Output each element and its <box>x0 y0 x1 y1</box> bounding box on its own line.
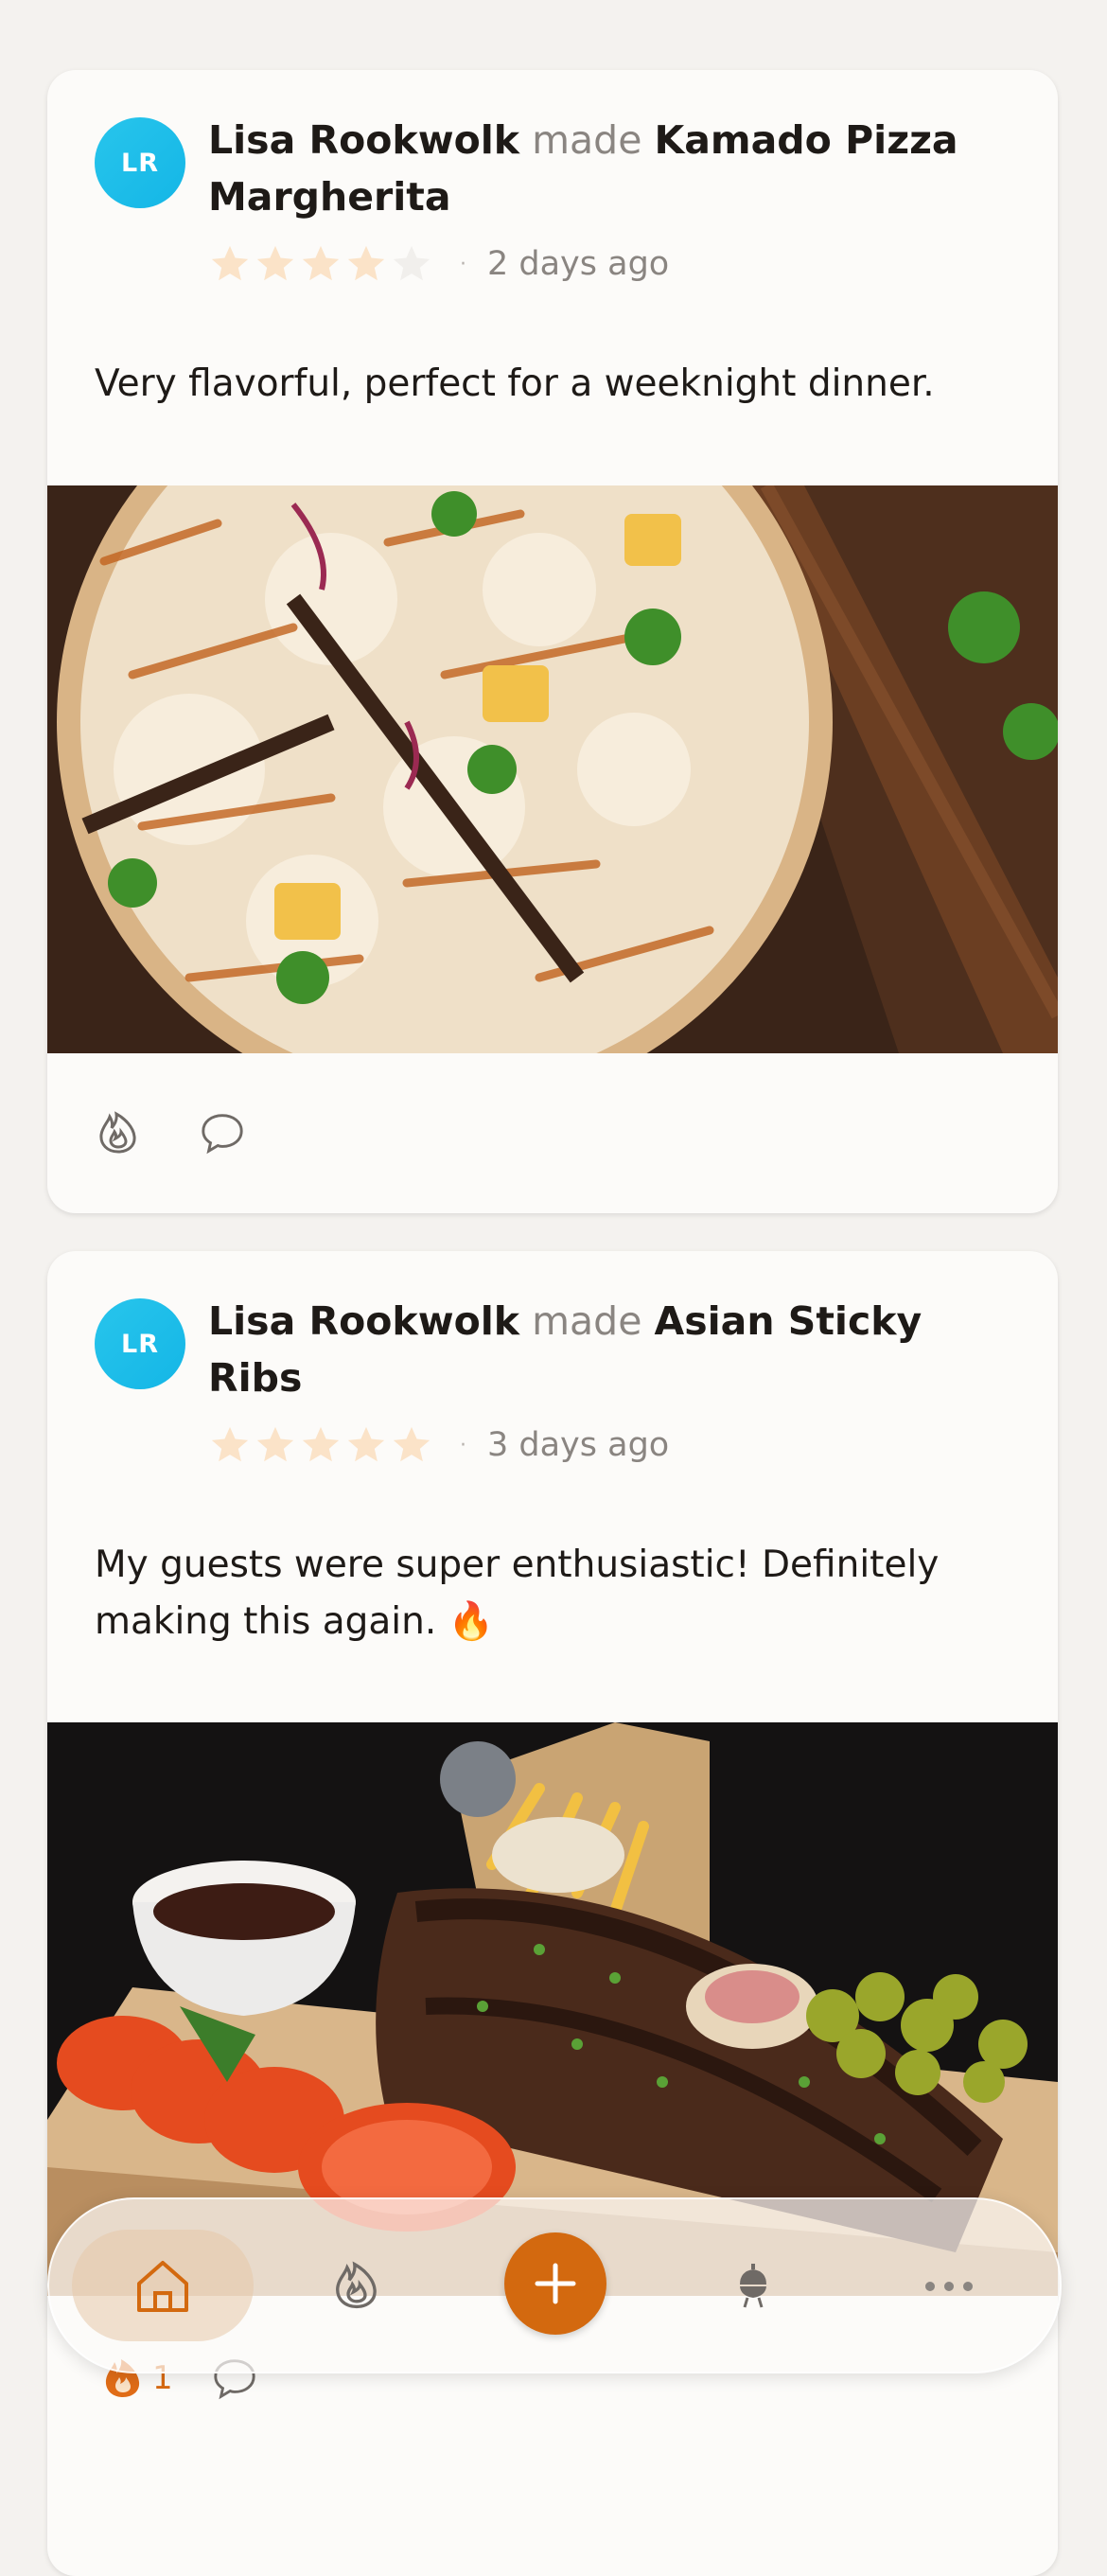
nav-more[interactable] <box>916 2267 982 2305</box>
star-filled-icon <box>256 1426 294 1462</box>
comment-button[interactable] <box>199 1109 246 1156</box>
star-empty-icon <box>393 245 430 281</box>
post-headline: Lisa Rookwolk made Asian Sticky Ribs <box>208 1293 1022 1406</box>
nav-fire[interactable] <box>324 2252 390 2319</box>
post-actions <box>95 1109 246 1156</box>
kamado-grill-icon <box>740 2264 766 2308</box>
star-filled-icon <box>302 245 340 281</box>
avatar[interactable]: LR <box>95 1298 185 1389</box>
user-name[interactable]: Lisa Rookwolk <box>208 1298 519 1344</box>
star-filled-icon <box>393 1426 430 1462</box>
separator-dot: · <box>460 252 466 276</box>
post-meta: · 3 days ago <box>208 1421 669 1469</box>
timestamp: 3 days ago <box>487 1426 670 1464</box>
post-comment: Very flavorful, perfect for a weeknight … <box>95 362 935 405</box>
avatar[interactable]: LR <box>95 117 185 208</box>
star-filled-icon <box>347 245 385 281</box>
plus-icon <box>535 2263 576 2304</box>
separator-dot: · <box>460 1433 466 1457</box>
star-filled-icon <box>347 1426 385 1462</box>
home-icon <box>137 2261 188 2312</box>
star-rating <box>208 1423 433 1467</box>
bottom-navigation <box>47 2197 1062 2373</box>
more-icon <box>925 2282 973 2291</box>
post-meta: · 2 days ago <box>208 240 669 288</box>
verb-text: made <box>532 117 642 163</box>
fire-reaction-button[interactable] <box>95 1109 142 1156</box>
star-filled-icon <box>302 1426 340 1462</box>
feed-card[interactable]: LR Lisa Rookwolk made Kamado Pizza Margh… <box>47 70 1058 1213</box>
nav-grill[interactable] <box>725 2256 782 2313</box>
verb-text: made <box>532 1298 642 1344</box>
fire-icon <box>99 1111 136 1154</box>
star-filled-icon <box>211 1426 249 1462</box>
fire-icon <box>336 2261 377 2309</box>
recipe-photo[interactable] <box>47 485 1058 1053</box>
star-filled-icon <box>256 245 294 281</box>
user-name[interactable]: Lisa Rookwolk <box>208 117 519 163</box>
star-rating <box>208 242 433 286</box>
post-headline: Lisa Rookwolk made Kamado Pizza Margheri… <box>208 112 1022 225</box>
nav-home[interactable] <box>125 2252 201 2320</box>
add-post-button[interactable] <box>504 2232 606 2335</box>
timestamp: 2 days ago <box>487 245 670 283</box>
star-filled-icon <box>211 245 249 281</box>
post-comment: My guests were super enthusiastic! Defin… <box>95 1544 940 1643</box>
comment-icon <box>202 1114 243 1155</box>
